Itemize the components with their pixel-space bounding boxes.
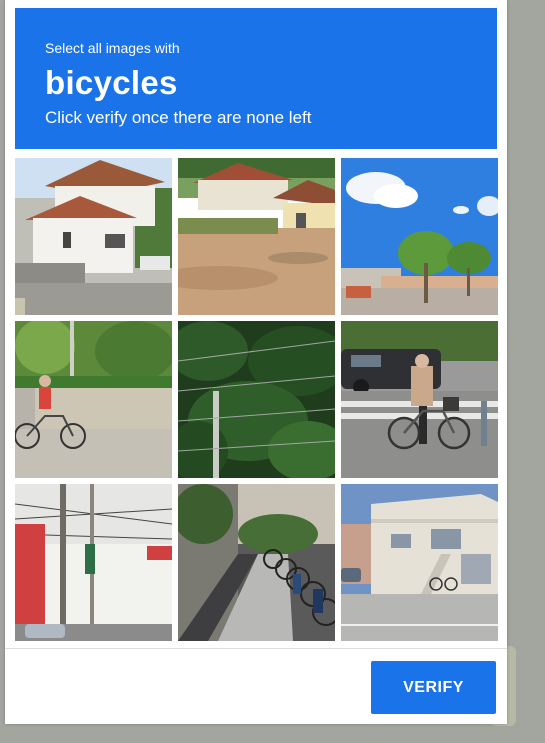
image-tile-1[interactable] [15,158,172,315]
image-tile-8[interactable] [178,484,335,641]
parked-bicycles-image [178,484,335,641]
hedge-fence-image [178,321,335,478]
image-tile-9[interactable] [341,484,498,641]
blue-sky-trees-image [341,158,498,315]
hint-text: Click verify once there are none left [45,108,312,127]
utility-poles-image [15,484,172,641]
image-tile-4[interactable] [15,321,172,478]
houses-dirt-lot-image [178,158,335,315]
challenge-header: Select all images with bicycles Click ve… [15,8,497,149]
apartment-building-image [341,484,498,641]
image-tile-7[interactable] [15,484,172,641]
cyclist-wall-image [15,321,172,478]
houses-street-image [15,158,172,315]
verify-button[interactable]: VERIFY [371,661,496,714]
cyclist-crosswalk-image [341,321,498,478]
instruction-text: Select all images with [45,40,180,56]
image-tile-5[interactable] [178,321,335,478]
footer-divider [5,648,507,649]
image-tile-3[interactable] [341,158,498,315]
image-tile-2[interactable] [178,158,335,315]
captcha-challenge: Select all images with bicycles Click ve… [5,0,507,724]
target-object: bicycles [45,64,178,101]
image-tile-6[interactable] [341,321,498,478]
image-grid [15,158,498,641]
